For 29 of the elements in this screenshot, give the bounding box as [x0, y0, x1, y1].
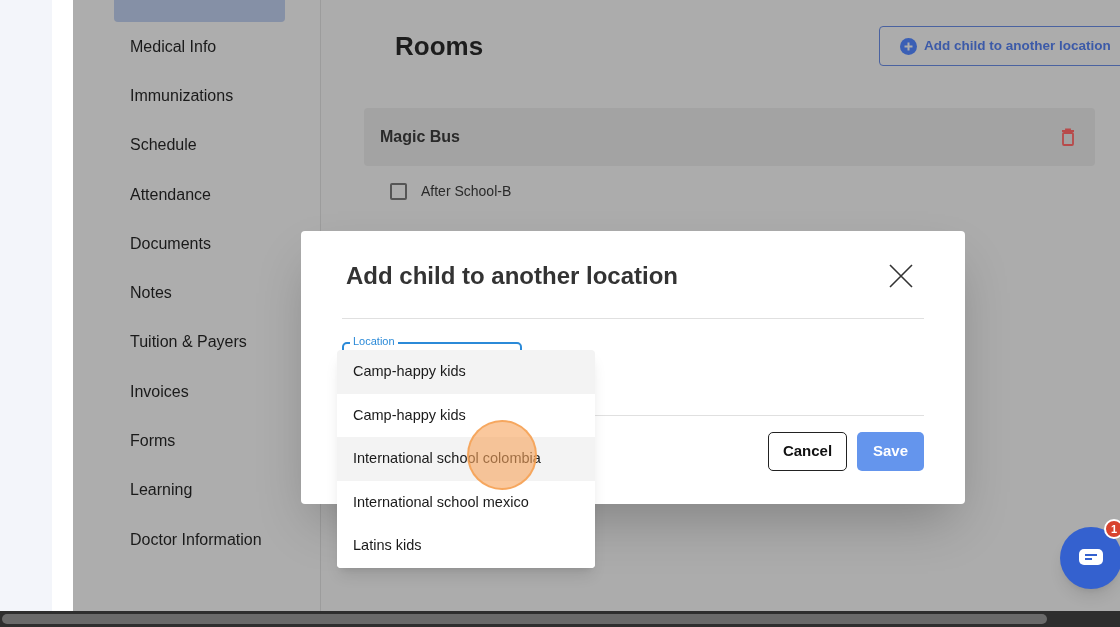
sidebar-item[interactable]: Attendance — [114, 169, 285, 220]
sidebar-item[interactable]: Immunizations — [114, 71, 285, 121]
sidebar-item[interactable]: Medical Info — [114, 22, 285, 72]
cancel-button[interactable]: Cancel — [768, 432, 847, 471]
dialog-title: Add child to another location — [346, 260, 678, 291]
close-icon[interactable] — [889, 263, 913, 288]
sidebar-item[interactable]: Learning — [114, 465, 285, 515]
sidebar-item[interactable]: Tuition & Payers — [114, 317, 285, 368]
room-label: After School-B — [421, 182, 512, 201]
dropdown-option[interactable]: Latins kids — [337, 524, 595, 568]
sidebar-item[interactable]: Documents — [114, 219, 285, 269]
dropdown-option[interactable]: Camp-happy kids — [337, 393, 595, 438]
checkbox[interactable] — [390, 183, 407, 200]
chat-icon — [1079, 549, 1103, 567]
sidebar-item[interactable]: Invoices — [114, 367, 285, 417]
trash-icon[interactable] — [1061, 128, 1075, 146]
chat-button[interactable] — [1060, 527, 1120, 589]
notification-badge: 1 — [1104, 519, 1120, 539]
sidebar-item[interactable]: Notes — [114, 268, 285, 318]
dropdown-option[interactable]: International school mexico — [337, 480, 595, 525]
sidebar-item[interactable]: Doctor Information — [114, 514, 285, 565]
plus-icon — [900, 37, 917, 55]
sidebar-item[interactable]: Forms — [114, 416, 285, 466]
location-name: Magic Bus — [380, 127, 460, 147]
horizontal-scrollbar[interactable] — [0, 611, 1120, 627]
sidebar-item[interactable]: Schedule — [114, 120, 285, 170]
field-label: Location — [350, 334, 398, 348]
dropdown-option[interactable]: Camp-happy kids — [337, 350, 595, 394]
page-title: Rooms — [395, 29, 484, 63]
